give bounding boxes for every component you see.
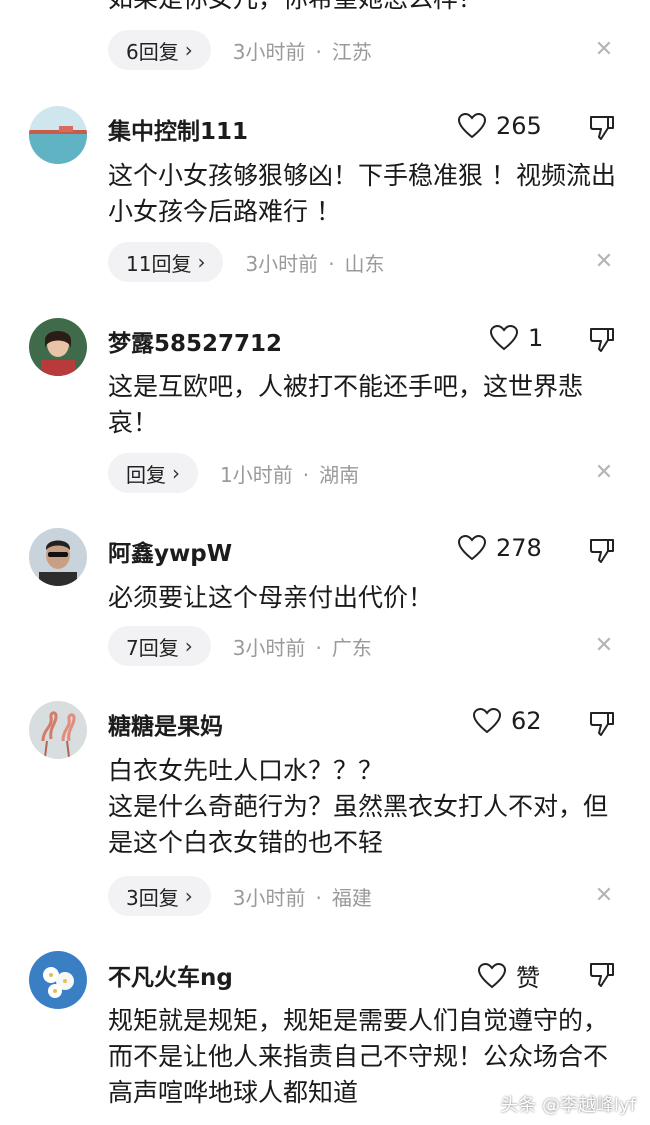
comment-meta: 回复 › 1小时前 · 湖南 (108, 453, 359, 493)
close-icon[interactable]: ✕ (592, 461, 616, 485)
comment-location: 山东 (344, 251, 385, 276)
reply-count-button[interactable]: 3回复 › (108, 876, 211, 916)
heart-icon (473, 708, 501, 734)
reply-count-button[interactable]: 11回复 › (108, 242, 224, 282)
time-location: 3小时前 · 山东 (245, 251, 385, 276)
reply-count-label: 3回复 (126, 885, 179, 910)
avatar[interactable] (29, 106, 87, 164)
dislike-icon[interactable] (588, 536, 616, 568)
comment-meta: 6回复 › 3小时前 · 江苏 (108, 30, 372, 70)
reply-count-button[interactable]: 回复 › (108, 453, 198, 493)
comment-text-line: 白衣女先吐人口水？？？ (108, 756, 384, 785)
close-icon[interactable]: ✕ (592, 38, 616, 62)
like-count: 62 (511, 707, 542, 735)
chevron-right-icon: › (172, 461, 180, 485)
comment-meta: 7回复 › 3小时前 · 广东 (108, 626, 372, 666)
reply-count-label: 6回复 (126, 39, 179, 64)
reply-count-button[interactable]: 6回复 › (108, 30, 211, 70)
dislike-icon[interactable] (588, 325, 616, 357)
username[interactable]: 糖糖是果妈 (108, 707, 223, 741)
reply-count-label: 11回复 (126, 251, 192, 276)
username[interactable]: 集中控制111 (108, 112, 248, 146)
watermark: 头条 @李越峰lyf (500, 1095, 636, 1116)
comment-location: 福建 (331, 885, 372, 910)
time-location: 3小时前 · 广东 (232, 635, 372, 660)
username[interactable]: 梦露58527712 (108, 324, 282, 358)
like-count: 278 (496, 534, 542, 562)
chevron-right-icon: › (184, 884, 193, 908)
dislike-icon[interactable] (588, 113, 616, 145)
heart-icon (458, 535, 486, 561)
comment-time: 3小时前 (232, 885, 306, 910)
comment-text: 白衣女先吐人口水？？？ 这是什么奇葩行为？虽然黑衣女打人不对，但是这个白衣女错的… (108, 753, 623, 861)
heart-icon (478, 962, 506, 988)
comment-meta: 11回复 › 3小时前 · 山东 (108, 242, 385, 282)
dislike-icon[interactable] (588, 709, 616, 741)
partial-comment-text: 如果是你女儿，你希望她怎么样？ (108, 0, 483, 14)
like-button[interactable]: 62 (473, 707, 542, 735)
comment-text: 这是互欧吧，人被打不能还手吧，这世界悲哀！ (108, 372, 584, 437)
like-count: 265 (496, 112, 542, 140)
like-button[interactable]: 1 (490, 324, 543, 352)
heart-icon (490, 325, 518, 351)
comment-text-line: 这是什么奇葩行为？虽然黑衣女打人不对，但是这个白衣女错的也不轻 (108, 792, 609, 857)
time-location: 3小时前 · 江苏 (232, 39, 372, 64)
comment-text: 必须要让这个母亲付出代价！ (108, 583, 434, 612)
comment-location: 湖南 (319, 462, 360, 487)
comment-location: 广东 (331, 635, 372, 660)
reply-count-label: 回复 (126, 462, 166, 487)
time-location: 3小时前 · 福建 (232, 885, 372, 910)
like-button[interactable]: 赞 (478, 958, 540, 993)
username[interactable]: 不凡火车ng (108, 958, 233, 992)
comment-time: 1小时前 (220, 462, 293, 487)
avatar[interactable] (29, 318, 87, 376)
close-icon[interactable]: ✕ (592, 634, 616, 658)
like-label: 赞 (516, 964, 540, 992)
dislike-icon[interactable] (588, 960, 616, 992)
like-button[interactable]: 265 (458, 112, 542, 140)
like-count: 1 (528, 324, 544, 352)
comment-time: 3小时前 (245, 251, 319, 276)
comment-text: 这个小女孩够狠够凶！下手稳准狠 ！视频流出小女孩今后路难行 ！ (108, 161, 616, 226)
avatar[interactable] (29, 951, 87, 1009)
chevron-right-icon: › (184, 634, 193, 658)
like-button[interactable]: 278 (458, 534, 542, 562)
chevron-right-icon: › (184, 38, 193, 62)
close-icon[interactable]: ✕ (592, 250, 616, 274)
comment-meta: 3回复 › 3小时前 · 福建 (108, 876, 372, 916)
close-icon[interactable]: ✕ (592, 884, 616, 908)
comment-time: 3小时前 (232, 39, 306, 64)
comment-location: 江苏 (331, 39, 372, 64)
avatar[interactable] (29, 701, 87, 759)
avatar[interactable] (29, 528, 87, 586)
reply-count-label: 7回复 (126, 635, 179, 660)
heart-icon (458, 113, 486, 139)
username[interactable]: 阿鑫ywpW (108, 534, 232, 568)
comment-time: 3小时前 (232, 635, 306, 660)
reply-count-button[interactable]: 7回复 › (108, 626, 211, 666)
chevron-right-icon: › (197, 250, 206, 274)
time-location: 1小时前 · 湖南 (220, 462, 360, 487)
